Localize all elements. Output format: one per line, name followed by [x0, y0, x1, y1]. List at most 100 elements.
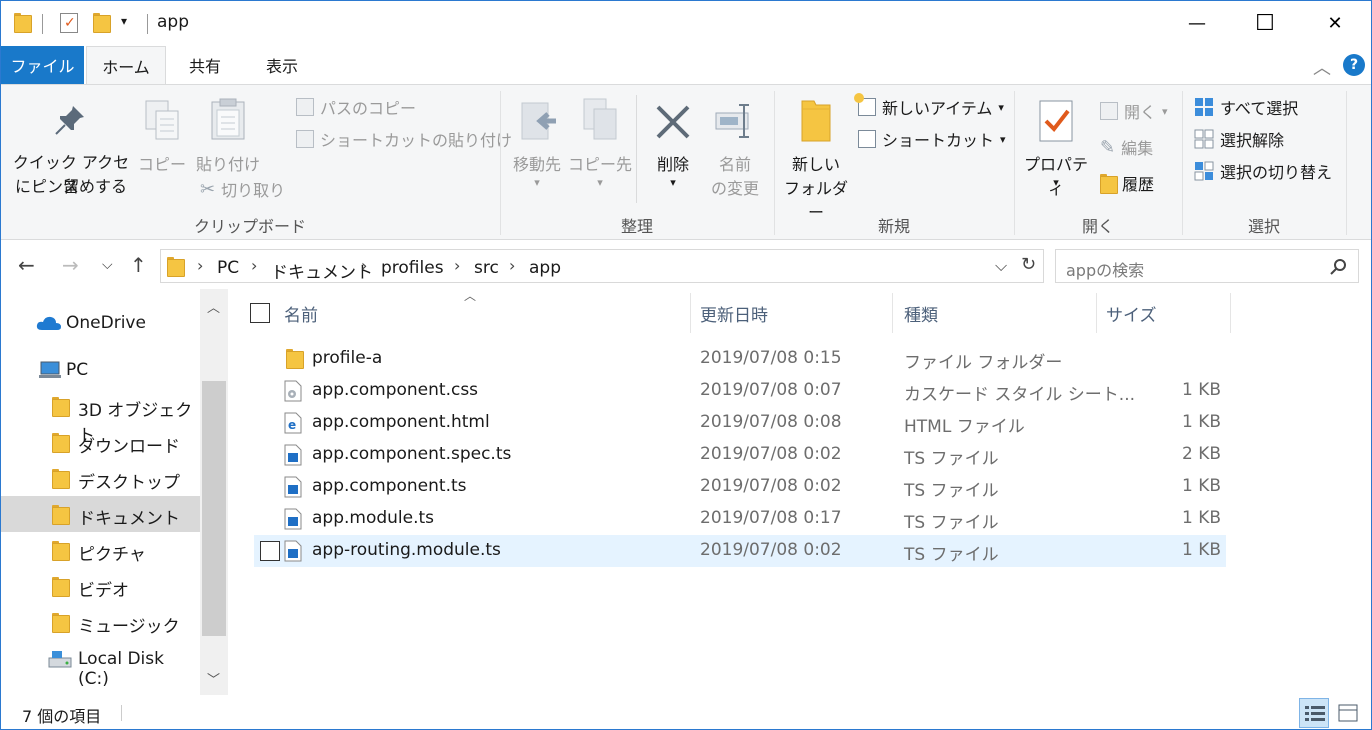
column-divider[interactable] — [892, 293, 893, 333]
list-item[interactable]: app.component.css 2019/07/08 0:07 カスケード … — [254, 375, 1226, 407]
breadcrumb-separator-icon[interactable]: › — [509, 256, 515, 275]
nav-item-3d-objects[interactable]: 3D オブジェクト — [0, 388, 200, 446]
paste-shortcut-button[interactable]: ショートカットの貼り付け — [296, 127, 512, 151]
cloud-icon — [36, 316, 61, 330]
new-item-button[interactable]: 新しいアイテム ▾ — [854, 93, 1004, 119]
list-item[interactable]: app.component.spec.ts 2019/07/08 0:02 TS… — [254, 439, 1226, 471]
nav-item-pc[interactable]: PC — [0, 352, 200, 388]
nav-item-documents[interactable]: ドキュメント — [0, 496, 200, 532]
nav-item-music[interactable]: ミュージック — [0, 604, 200, 640]
select-none-button[interactable]: 選択解除 — [1194, 127, 1284, 151]
large-icons-view-button[interactable] — [1333, 698, 1363, 728]
breadcrumb-src[interactable]: src — [474, 258, 499, 278]
divider — [42, 14, 43, 34]
copy-button[interactable]: コピー — [138, 91, 188, 181]
nav-item-desktop[interactable]: デスクトップ — [0, 460, 200, 496]
search-input[interactable]: appの検索 — [1055, 249, 1359, 283]
breadcrumb-separator-icon[interactable]: › — [361, 256, 367, 275]
select-all-button[interactable]: すべて選択 — [1194, 95, 1298, 119]
properties-button[interactable]: プロパティ ▾ — [1018, 91, 1094, 201]
close-button[interactable]: ✕ — [1300, 0, 1370, 46]
shortcut-button[interactable]: ショートカット ▾ — [858, 127, 1006, 151]
customize-qat-icon[interactable]: ▾ — [121, 14, 127, 28]
tab-share[interactable]: 共有 — [166, 46, 244, 84]
tab-file[interactable]: ファイル — [1, 46, 84, 84]
column-header-date[interactable]: 更新日時 — [700, 301, 768, 326]
dropdown-arrow-icon: ▾ — [670, 176, 676, 189]
ts-file-icon — [284, 540, 302, 562]
pin-to-quick-access-button[interactable]: クイック アクセス にピン留めする — [10, 91, 132, 207]
minimize-button[interactable]: — — [1162, 0, 1232, 46]
file-name: app.component.spec.ts — [312, 444, 512, 464]
open-button[interactable]: 開く ▾ — [1100, 99, 1168, 123]
details-view-button[interactable] — [1299, 698, 1329, 728]
column-header-size[interactable]: サイズ — [1106, 301, 1157, 326]
breadcrumb-documents[interactable]: ドキュメント — [271, 258, 373, 283]
invert-selection-icon — [1194, 161, 1214, 181]
list-item[interactable]: app-routing.module.ts 2019/07/08 0:02 TS… — [254, 535, 1226, 567]
paste-button[interactable]: 貼り付け — [194, 91, 262, 181]
list-item[interactable]: profile-a 2019/07/08 0:15 ファイル フォルダー — [254, 343, 1226, 375]
svg-text:e: e — [288, 418, 296, 432]
folder-icon — [167, 257, 185, 277]
copy-to-button[interactable]: コピー先 ▾ — [568, 91, 632, 191]
up-button[interactable]: ↑ — [130, 253, 147, 277]
new-folder-icon[interactable] — [93, 13, 111, 33]
breadcrumb-separator-icon[interactable]: › — [251, 256, 257, 275]
column-header-type[interactable]: 種類 — [904, 301, 938, 326]
properties-checkmark-icon — [1039, 100, 1073, 142]
tab-view[interactable]: 表示 — [244, 46, 320, 84]
tab-home[interactable]: ホーム — [86, 46, 166, 85]
move-to-button[interactable]: 移動先 ▾ — [506, 91, 568, 191]
scroll-up-icon[interactable]: ︿ — [207, 297, 220, 316]
address-dropdown-chevron-down-icon[interactable]: ⌵ — [995, 256, 1007, 276]
search-icon[interactable] — [1330, 258, 1348, 276]
breadcrumb-separator-icon[interactable]: › — [454, 256, 460, 275]
rename-button[interactable]: 名前 の変更 — [704, 91, 766, 201]
history-button[interactable]: 履歴 — [1100, 171, 1154, 195]
breadcrumb-profiles[interactable]: profiles — [381, 258, 444, 278]
forward-button[interactable]: → — [62, 253, 79, 277]
help-icon[interactable]: ? — [1343, 54, 1365, 76]
nav-scrollbar[interactable]: ︿ ﹀ — [200, 289, 228, 695]
file-date: 2019/07/08 0:08 — [700, 412, 842, 432]
nav-item-videos[interactable]: ビデオ — [0, 568, 200, 604]
back-button[interactable]: ← — [18, 253, 35, 277]
address-row: ← → ⌵ ↑ › PC › ドキュメント › profiles › src ›… — [0, 241, 1372, 289]
column-divider[interactable] — [690, 293, 691, 333]
column-divider[interactable] — [1230, 293, 1231, 333]
item-count: 7 個の項目 — [22, 707, 102, 726]
column-header-name[interactable]: 名前 — [284, 301, 318, 326]
select-all-checkbox[interactable] — [250, 303, 270, 323]
edit-button[interactable]: ✎ 編集 — [1100, 135, 1153, 159]
nav-item-local-disk[interactable]: Local Disk (C:) — [0, 641, 200, 689]
nav-item-pictures[interactable]: ピクチャ — [0, 532, 200, 568]
file-date: 2019/07/08 0:02 — [700, 540, 842, 560]
row-checkbox[interactable] — [260, 541, 280, 561]
nav-item-onedrive[interactable]: OneDrive — [0, 305, 200, 341]
column-divider[interactable] — [1096, 293, 1097, 333]
refresh-icon[interactable]: ↻ — [1021, 254, 1036, 275]
scroll-down-icon[interactable]: ﹀ — [207, 669, 220, 688]
list-item[interactable]: app.module.ts 2019/07/08 0:17 TS ファイル 1 … — [254, 503, 1226, 535]
new-folder-button[interactable]: 新しい フォルダー — [780, 91, 852, 222]
address-bar[interactable]: › PC › ドキュメント › profiles › src › app ⌵ ↻ — [160, 249, 1044, 283]
scrollbar-thumb[interactable] — [202, 381, 226, 636]
file-type: TS ファイル — [904, 545, 999, 565]
delete-button[interactable]: 削除 ▾ — [644, 91, 702, 191]
properties-icon[interactable]: ✓ — [60, 13, 78, 33]
pictures-icon — [52, 541, 70, 561]
list-item[interactable]: app.component.ts 2019/07/08 0:02 TS ファイル… — [254, 471, 1226, 503]
breadcrumb-app[interactable]: app — [529, 258, 561, 278]
file-type: TS ファイル — [904, 481, 999, 501]
breadcrumb-pc[interactable]: PC — [217, 258, 239, 278]
breadcrumb-separator-icon[interactable]: › — [197, 256, 203, 275]
collapse-ribbon-icon[interactable]: ︿ — [1313, 54, 1331, 80]
maximize-button[interactable]: ☐ — [1230, 0, 1300, 46]
recent-locations-chevron-down-icon[interactable]: ⌵ — [102, 257, 113, 273]
nav-item-downloads[interactable]: ダウンロード — [0, 424, 200, 460]
cut-button[interactable]: ✂ 切り取り — [200, 177, 285, 201]
invert-selection-button[interactable]: 選択の切り替え — [1194, 159, 1332, 183]
list-item[interactable]: e app.component.html 2019/07/08 0:08 HTM… — [254, 407, 1226, 439]
copy-path-button[interactable]: パスのコピー — [296, 95, 416, 119]
